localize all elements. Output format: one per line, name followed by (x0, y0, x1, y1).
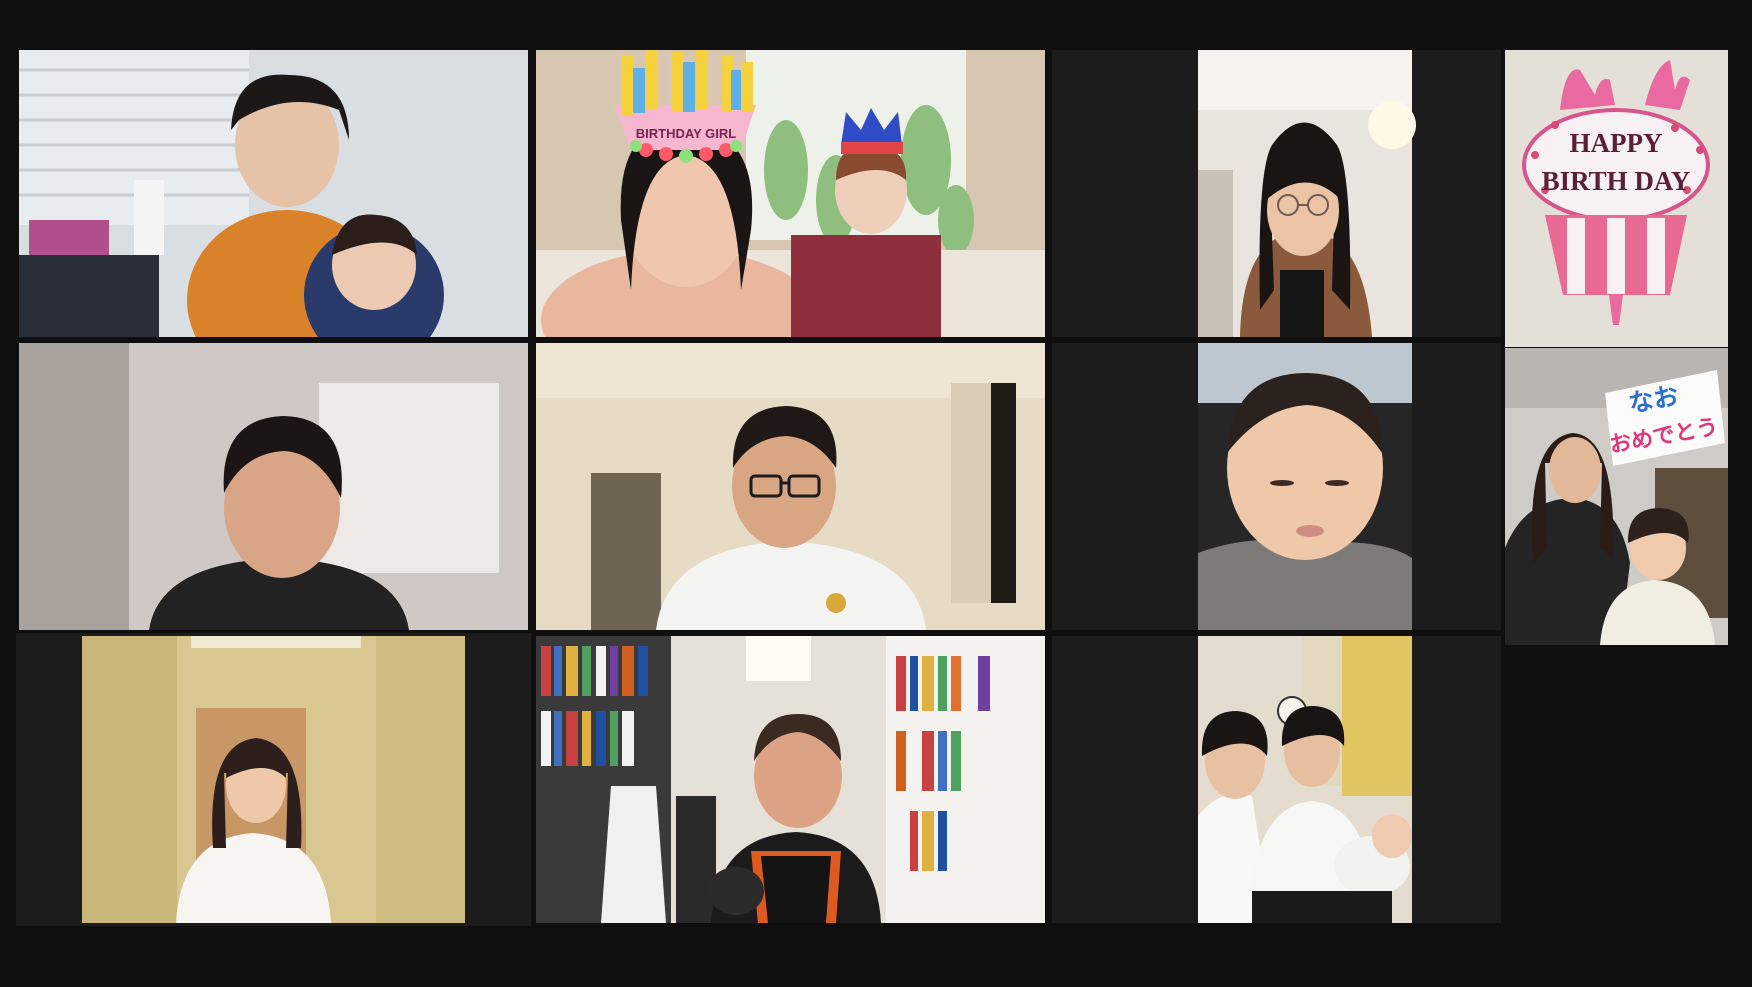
video-tile-man-bookshelves[interactable] (536, 636, 1045, 923)
participant-video: HAPPY BIRTH DAY (1505, 50, 1728, 347)
video-tile-man-glasses-white-shirt[interactable] (536, 343, 1045, 630)
video-tile-balloon-photo[interactable]: HAPPY BIRTH DAY (1505, 50, 1728, 347)
participant-video (19, 343, 528, 630)
video-tile-birthday-couple[interactable]: BIRTHDAY GIRL (536, 50, 1045, 337)
participant-video (536, 343, 1045, 630)
balloon-line1: HAPPY (1570, 128, 1663, 158)
participant-video (536, 636, 1045, 923)
participant-video: BIRTHDAY GIRL (536, 50, 1045, 337)
participant-video: なお おめでとう (1505, 348, 1728, 645)
video-tile-woman-with-baby[interactable] (19, 50, 528, 337)
participant-video (16, 633, 531, 926)
video-tile-mother-child-sign[interactable]: なお おめでとう (1505, 348, 1728, 645)
video-tile-woman-hallway[interactable] (16, 633, 531, 926)
participant-video (1052, 636, 1501, 923)
video-tile-toddler-closeup[interactable] (1052, 343, 1501, 630)
video-tile-family-with-newborn[interactable] (1052, 636, 1501, 923)
balloon-line2: BIRTH DAY (1542, 166, 1691, 196)
tiara-text: BIRTHDAY GIRL (636, 126, 736, 141)
participant-video (1052, 343, 1501, 630)
participant-video (1052, 50, 1501, 337)
participant-video (19, 50, 528, 337)
video-tile-woman-glasses[interactable] (1052, 50, 1501, 337)
video-tile-man-blurred-background[interactable] (19, 343, 528, 630)
